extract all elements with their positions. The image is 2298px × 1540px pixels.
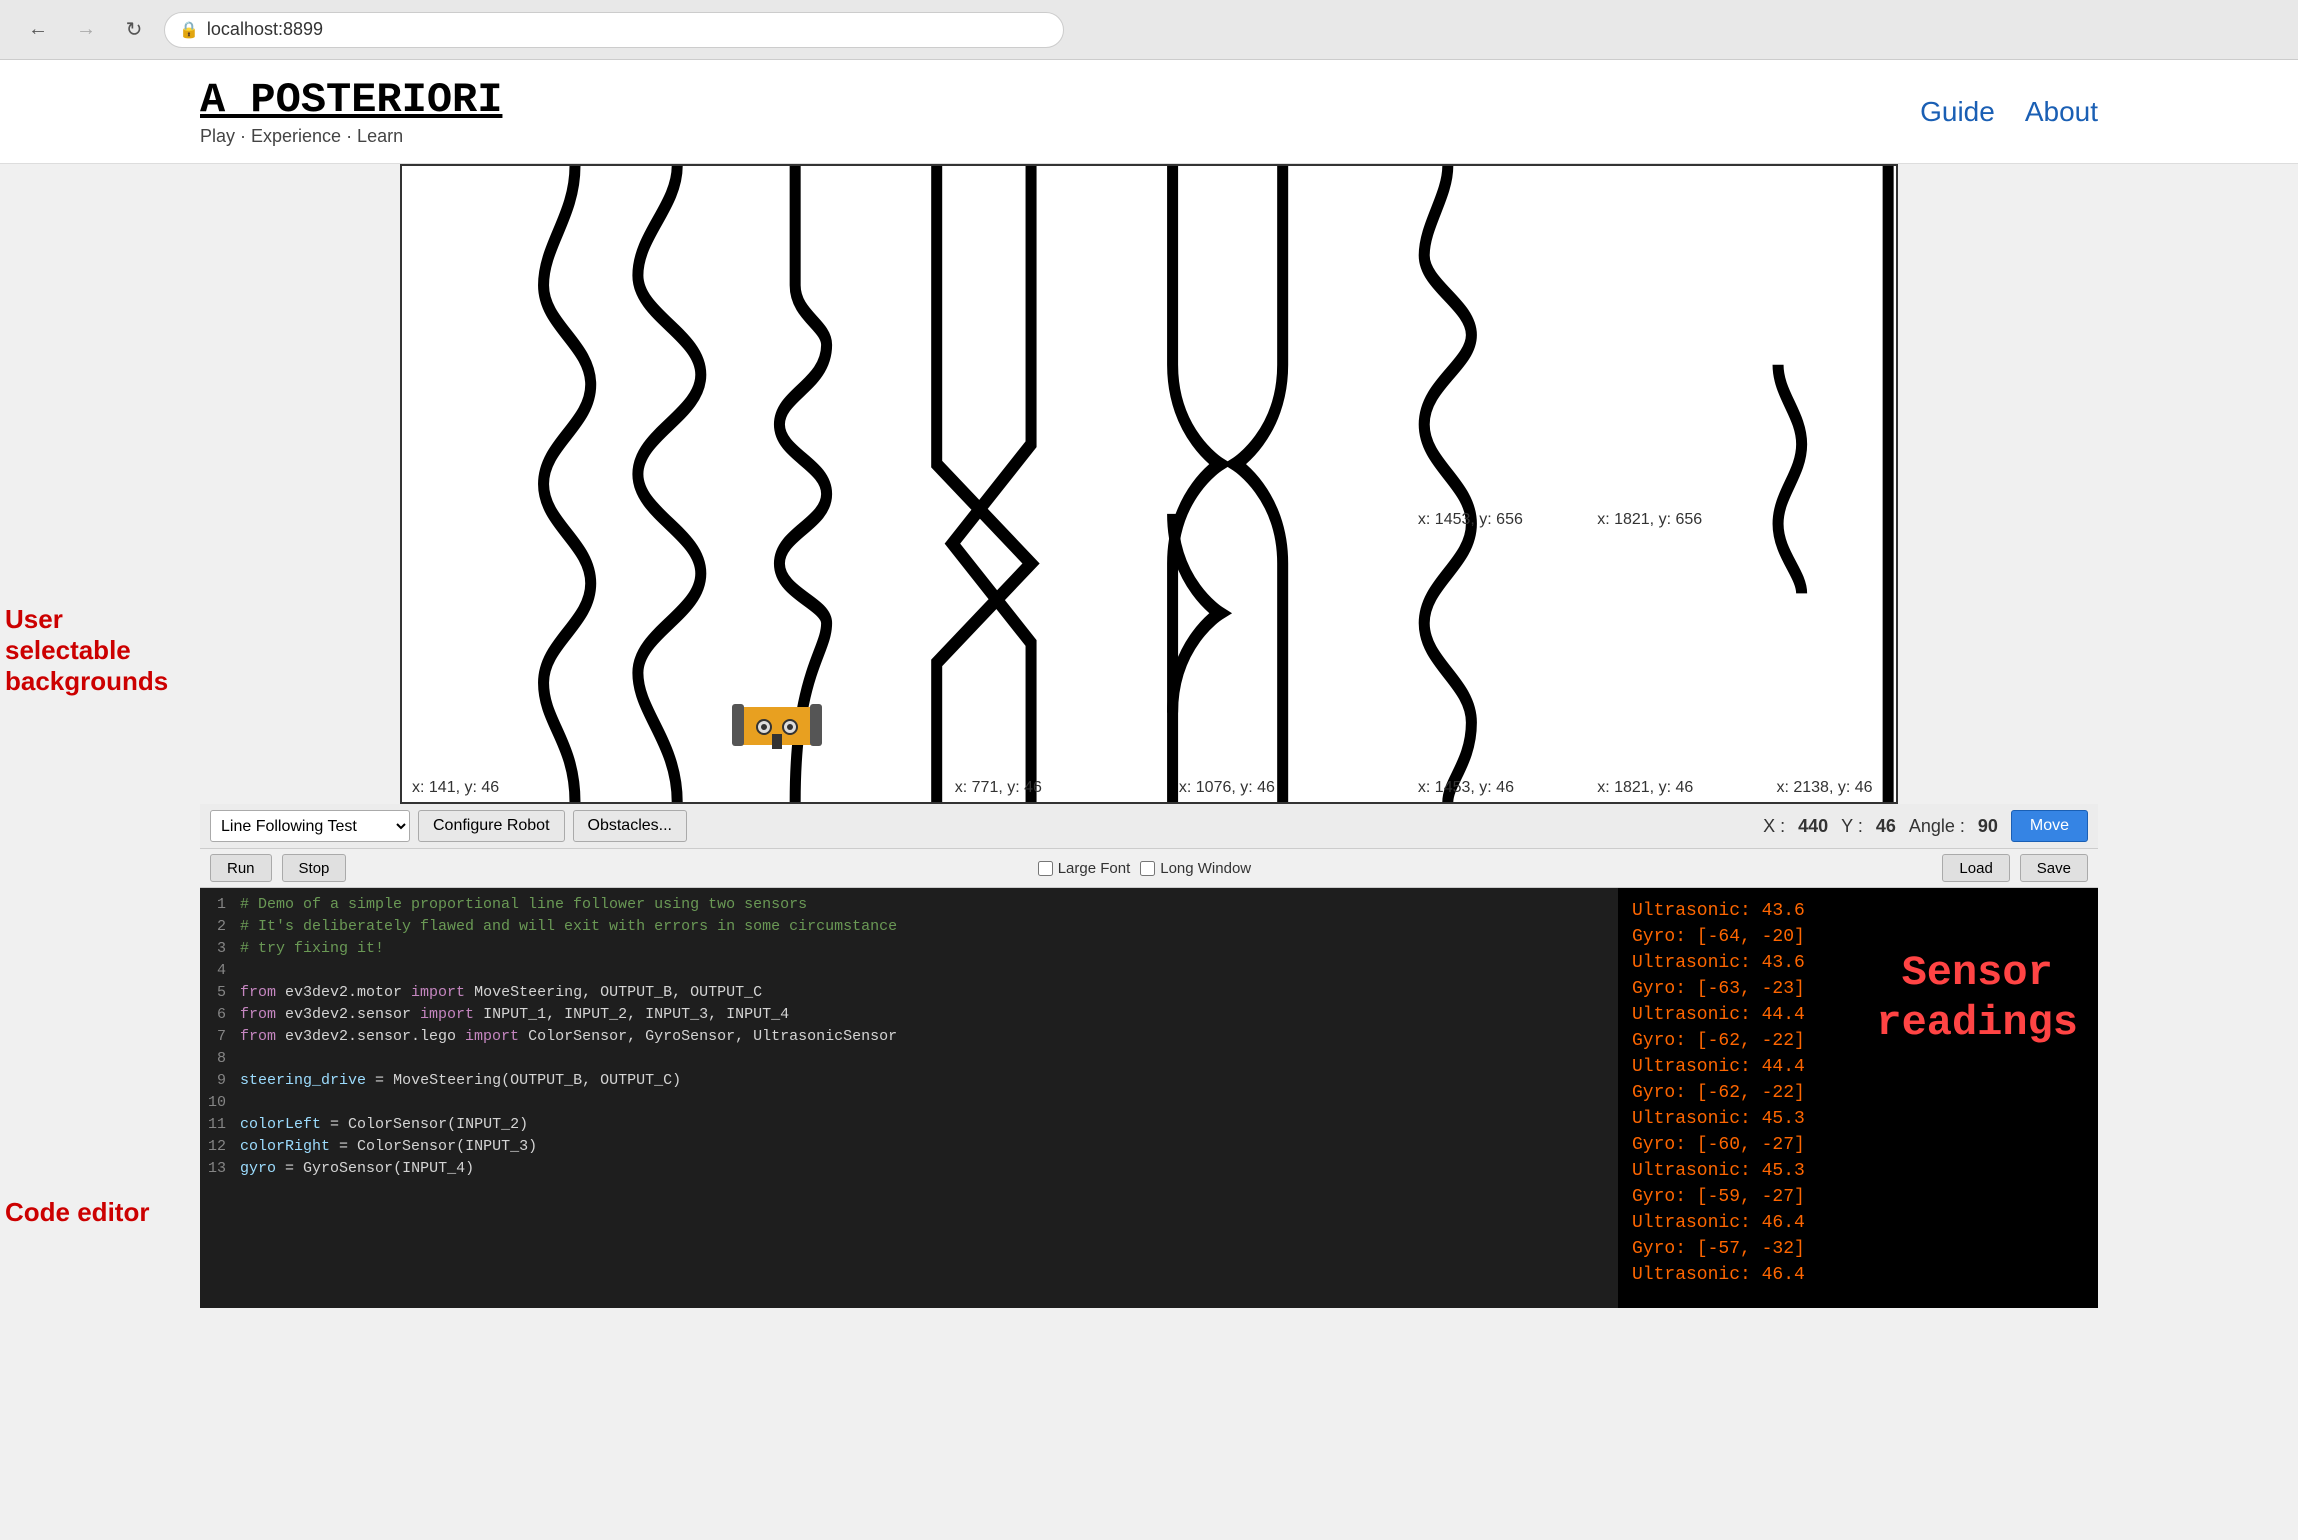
long-window-checkbox[interactable] xyxy=(1140,861,1155,876)
x-value: 440 xyxy=(1793,816,1833,837)
sensor-reading-line: Gyro: [-60, -27] xyxy=(1632,1132,2084,1158)
sensor-readings-overlay: Sensorreadings xyxy=(1876,948,2078,1049)
site-title: A POSTERIORI xyxy=(200,76,502,124)
code-editor-label: Code editor xyxy=(5,1197,195,1228)
address-bar: 🔒 localhost:8899 xyxy=(164,12,1064,48)
coord-label-6: x: 2138, y: 46 xyxy=(1776,779,1872,797)
guide-link[interactable]: Guide xyxy=(1920,96,1995,128)
y-value: 46 xyxy=(1871,816,1901,837)
code-line: 2# It's deliberately flawed and will exi… xyxy=(200,916,1618,938)
coord-label-1: x: 141, y: 46 xyxy=(412,779,499,797)
page-header: A POSTERIORI Play · Experience · Learn G… xyxy=(0,60,2298,164)
about-link[interactable]: About xyxy=(2025,96,2098,128)
coord-label-2: x: 771, y: 46 xyxy=(955,779,1042,797)
coord-label-8: x: 1821, y: 656 xyxy=(1597,511,1702,529)
sensor-reading-line: Ultrasonic: 46.4 xyxy=(1632,1210,2084,1236)
lock-icon: 🔒 xyxy=(179,20,199,40)
code-line: 12colorRight = ColorSensor(INPUT_3) xyxy=(200,1136,1618,1158)
code-line: 3# try fixing it! xyxy=(200,938,1618,960)
x-label: X : xyxy=(1763,816,1785,837)
configure-robot-button[interactable]: Configure Robot xyxy=(418,810,565,842)
url-text: localhost:8899 xyxy=(207,19,323,40)
simulation-area[interactable]: x: 141, y: 46 x: 771, y: 46 x: 1076, y: … xyxy=(400,164,1898,804)
code-line: 5from ev3dev2.motor import MoveSteering,… xyxy=(200,982,1618,1004)
sensor-reading-line: Gyro: [-64, -20] xyxy=(1632,924,2084,950)
obstacles-button[interactable]: Obstacles... xyxy=(573,810,687,842)
bottom-split: Code editor 1# Demo of a simple proporti… xyxy=(200,888,2098,1308)
refresh-button[interactable]: ↻ xyxy=(116,12,152,48)
code-editor[interactable]: 1# Demo of a simple proportional line fo… xyxy=(200,888,1618,1308)
code-line: 1# Demo of a simple proportional line fo… xyxy=(200,894,1618,916)
large-font-label: Large Font xyxy=(1058,860,1131,877)
coord-label-4: x: 1453, y: 46 xyxy=(1418,779,1514,797)
sensor-reading-line: Ultrasonic: 43.6 xyxy=(1632,898,2084,924)
code-line: 4 xyxy=(200,960,1618,982)
y-label: Y : xyxy=(1841,816,1863,837)
code-editor-wrap[interactable]: 1# Demo of a simple proportional line fo… xyxy=(200,888,1618,1308)
code-line: 10 xyxy=(200,1092,1618,1114)
site-subtitle: Play · Experience · Learn xyxy=(200,126,502,147)
sensor-reading-line: Gyro: [-62, -22] xyxy=(1632,1080,2084,1106)
long-window-label: Long Window xyxy=(1160,860,1251,877)
code-line: 6from ev3dev2.sensor import INPUT_1, INP… xyxy=(200,1004,1618,1026)
code-line: 9steering_drive = MoveSteering(OUTPUT_B,… xyxy=(200,1070,1618,1092)
site-branding: A POSTERIORI Play · Experience · Learn xyxy=(200,76,502,147)
angle-label: Angle : xyxy=(1909,816,1965,837)
code-line: 13gyro = GyroSensor(INPUT_4) xyxy=(200,1158,1618,1180)
position-display: X : 440 Y : 46 Angle : 90 Move xyxy=(1763,810,2088,842)
sensor-reading-line: Gyro: [-59, -27] xyxy=(1632,1184,2084,1210)
track-select[interactable]: Line Following TestSimple TrackMaze xyxy=(210,810,410,842)
user-selectable-label: User selectablebackgrounds xyxy=(5,604,195,698)
coord-label-3: x: 1076, y: 46 xyxy=(1179,779,1275,797)
sensor-reading-line: Ultrasonic: 44.4 xyxy=(1632,1054,2084,1080)
sensor-panel: Ultrasonic: 43.6Gyro: [-64, -20] Ultrason… xyxy=(1618,888,2098,1308)
code-line: 7from ev3dev2.sensor.lego import ColorSe… xyxy=(200,1026,1618,1048)
save-button[interactable]: Save xyxy=(2020,854,2088,882)
sensor-reading-line: Ultrasonic: 45.3 xyxy=(1632,1106,2084,1132)
header-nav: Guide About xyxy=(1920,96,2098,128)
code-line: 11colorLeft = ColorSensor(INPUT_2) xyxy=(200,1114,1618,1136)
large-font-checkbox[interactable] xyxy=(1038,861,1053,876)
coord-label-5: x: 1821, y: 46 xyxy=(1597,779,1693,797)
back-button[interactable]: ← xyxy=(20,12,56,48)
forward-button[interactable]: → xyxy=(68,12,104,48)
toolbar-row: Line Following TestSimple TrackMaze Conf… xyxy=(200,804,2098,849)
long-window-checkbox-label[interactable]: Long Window xyxy=(1140,860,1251,877)
move-button[interactable]: Move xyxy=(2011,810,2088,842)
run-button[interactable]: Run xyxy=(210,854,272,882)
load-button[interactable]: Load xyxy=(1942,854,2009,882)
run-row: Run Stop Large Font Long Window Load Sav… xyxy=(200,849,2098,888)
sensor-reading-line: Ultrasonic: 46.4 xyxy=(1632,1262,2084,1288)
coord-label-7: x: 1453, y: 656 xyxy=(1418,511,1523,529)
large-font-checkbox-label[interactable]: Large Font xyxy=(1038,860,1131,877)
angle-value: 90 xyxy=(1973,816,2003,837)
track-svg xyxy=(402,166,1896,802)
browser-chrome: ← → ↻ 🔒 localhost:8899 xyxy=(0,0,2298,60)
robot-sprite xyxy=(732,699,822,754)
code-line: 8 xyxy=(200,1048,1618,1070)
stop-button[interactable]: Stop xyxy=(282,854,347,882)
sensor-reading-line: Gyro: [-57, -32] xyxy=(1632,1236,2084,1262)
sensor-reading-line: Ultrasonic: 45.3 xyxy=(1632,1158,2084,1184)
